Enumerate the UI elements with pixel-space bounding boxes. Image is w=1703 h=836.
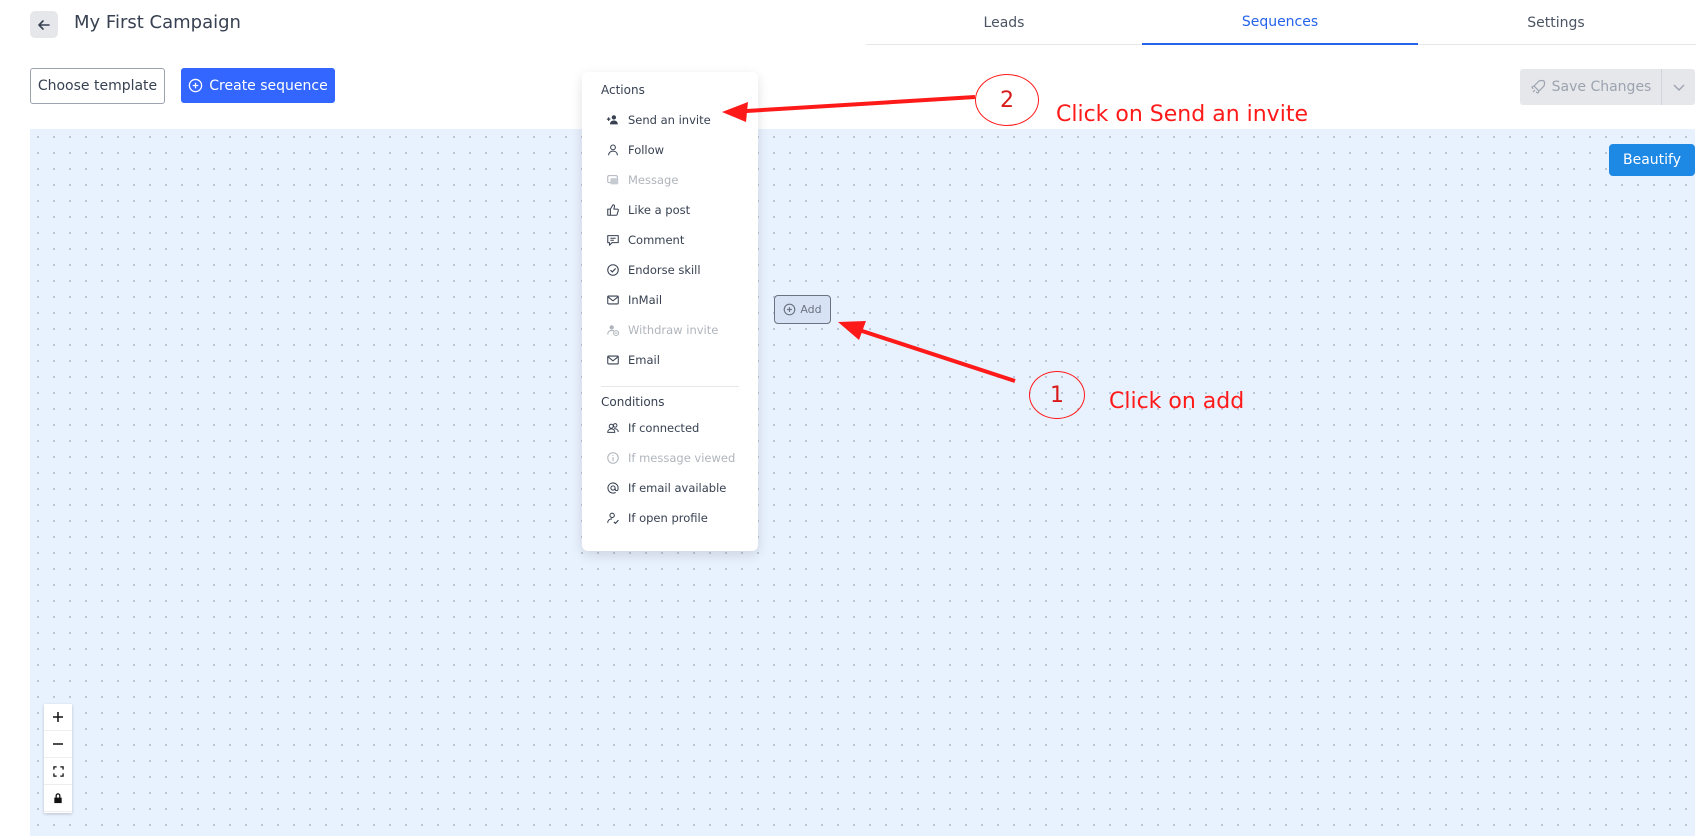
arrow-to-add	[849, 325, 1016, 383]
arrow-to-send-invite	[729, 95, 976, 114]
arrow-to-send-invite-head	[722, 102, 748, 122]
annotation-arrows	[722, 95, 1016, 383]
arrow-to-add-head	[838, 321, 866, 340]
step-2-circle: 2	[975, 74, 1039, 126]
step-1-circle: 1	[1029, 371, 1085, 419]
step-1-instruction: Click on add	[1109, 389, 1245, 414]
step-2-instruction: Click on Send an invite	[1056, 102, 1308, 127]
